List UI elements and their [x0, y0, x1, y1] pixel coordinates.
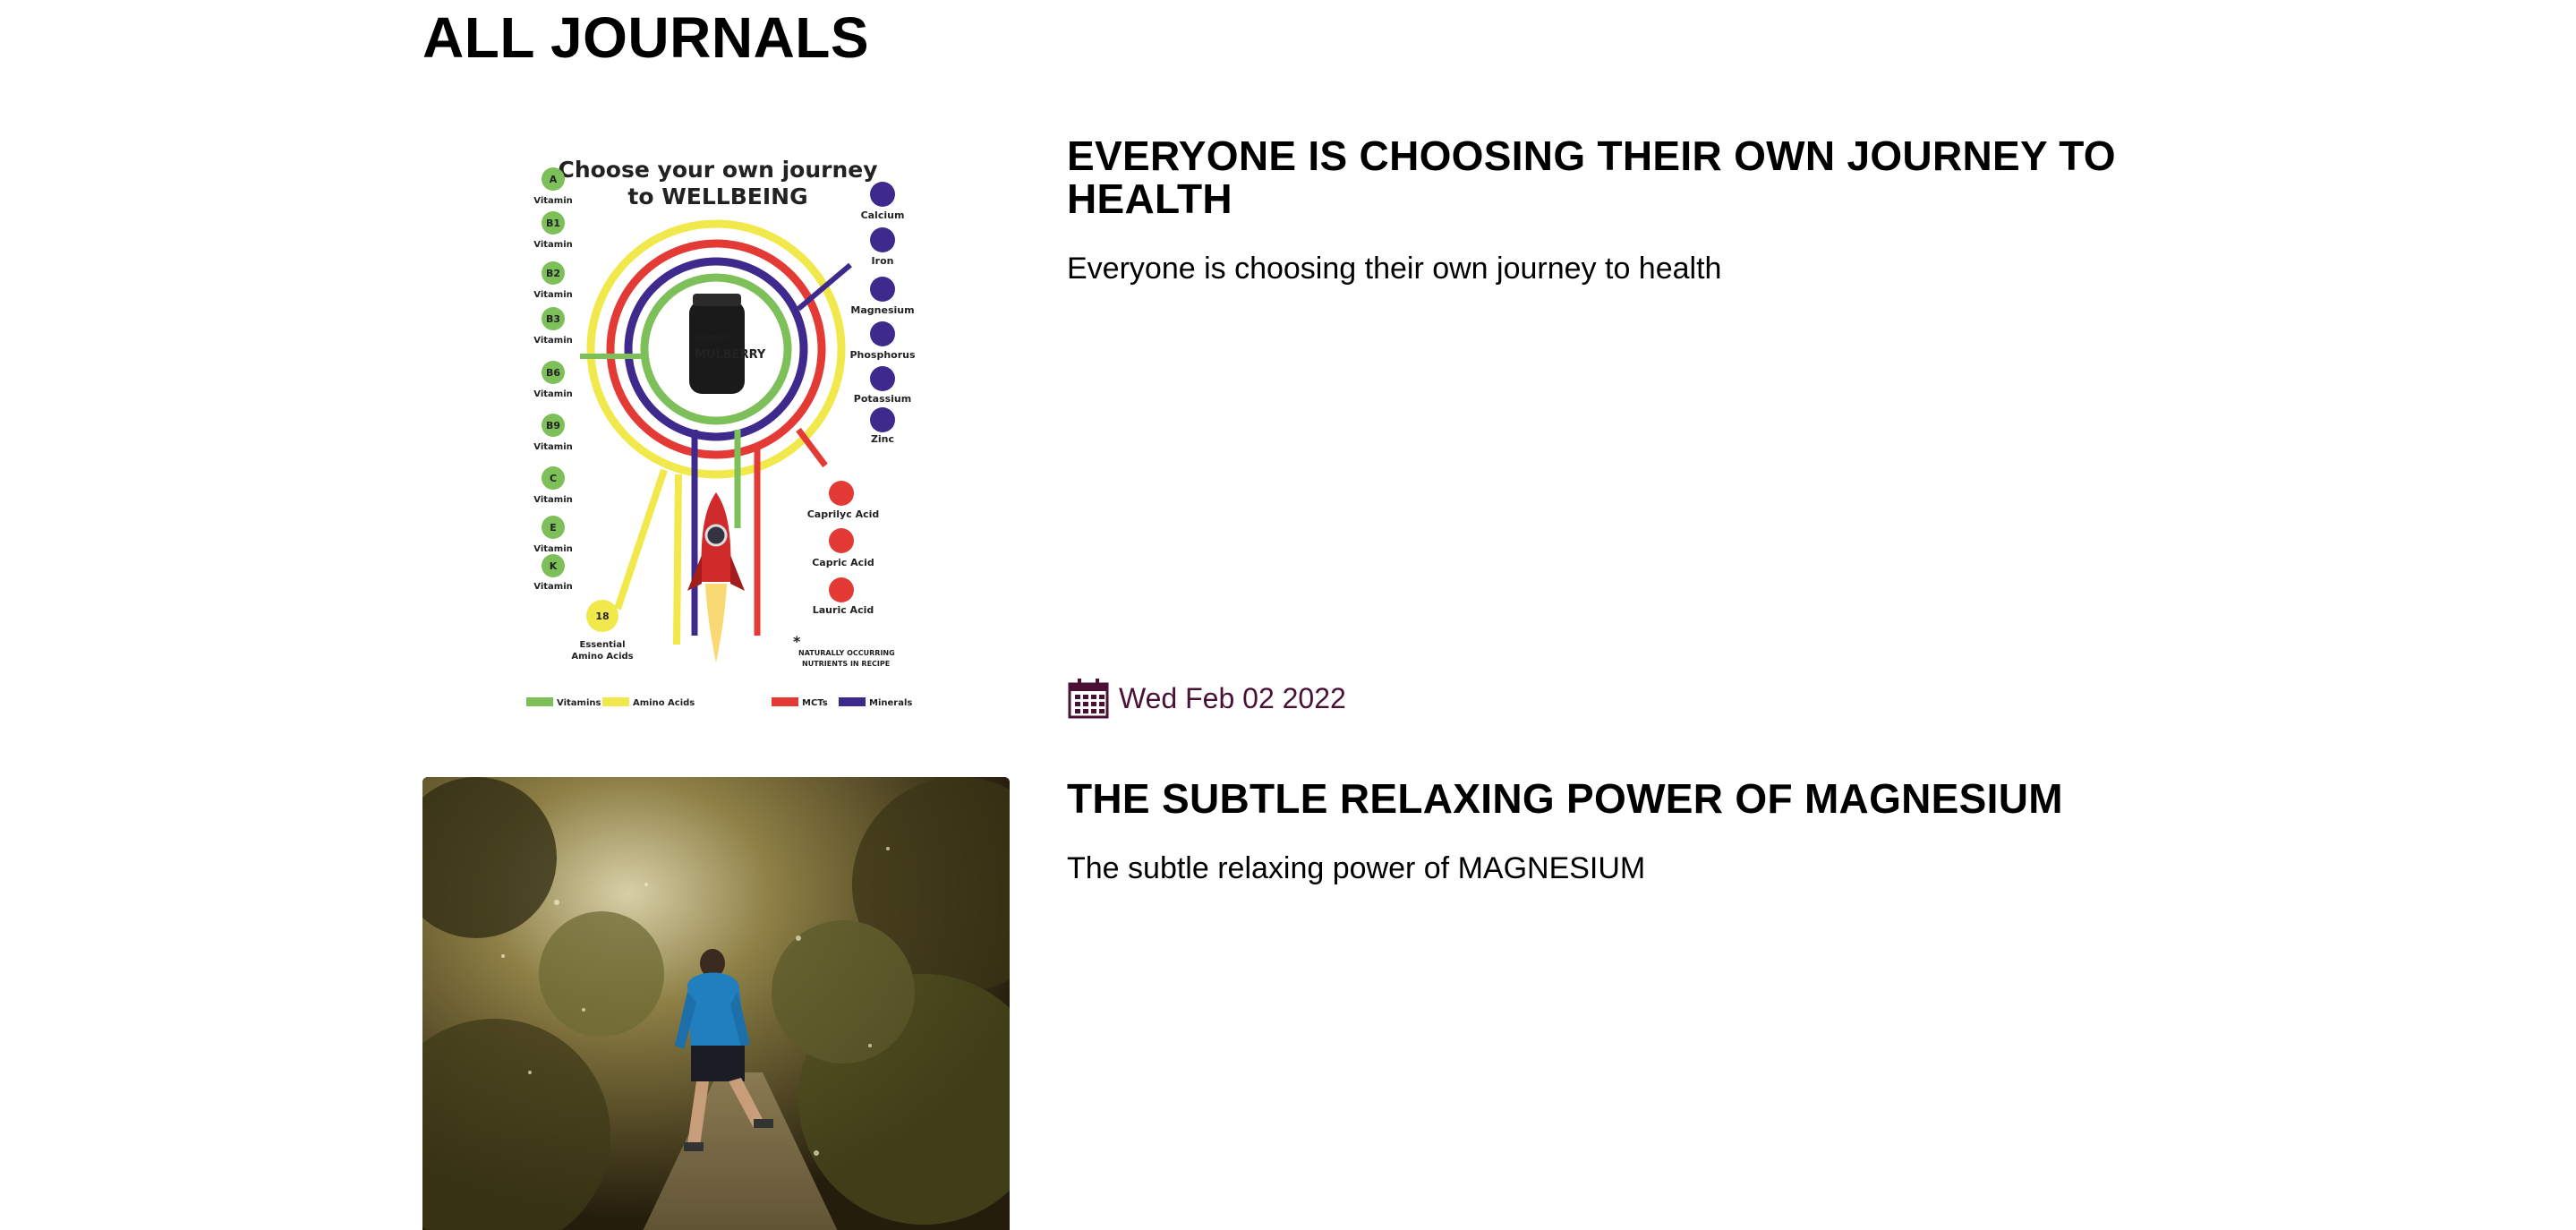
- article-title[interactable]: EVERYONE IS CHOOSING THEIR OWN JOURNEY T…: [1067, 134, 2159, 220]
- svg-text:B6: B6: [546, 367, 560, 379]
- runner-photo: [422, 777, 1010, 1230]
- svg-text:Zinc: Zinc: [871, 433, 894, 445]
- infographic-heading-1: Choose your own journey: [558, 157, 877, 183]
- article-excerpt: Everyone is choosing their own journey t…: [1067, 252, 1722, 286]
- svg-text:NUTRIENTS IN RECIPE: NUTRIENTS IN RECIPE: [802, 660, 890, 668]
- svg-text:*: *: [793, 633, 801, 650]
- svg-text:18: 18: [595, 611, 609, 622]
- svg-text:C: C: [550, 473, 557, 484]
- svg-text:Calcium: Calcium: [861, 209, 905, 221]
- infographic-heading-2: to WELLBEING: [627, 184, 807, 209]
- article-date: Wed Feb 02 2022: [1067, 677, 1346, 720]
- svg-text:K: K: [550, 560, 558, 572]
- page-title: ALL JOURNALS: [422, 5, 870, 70]
- svg-text:Vitamin: Vitamin: [533, 544, 573, 554]
- svg-text:B1: B1: [546, 218, 560, 229]
- article-text: EVERYONE IS CHOOSING THEIR OWN JOURNEY T…: [1067, 134, 2159, 286]
- calendar-icon: [1067, 677, 1110, 720]
- svg-text:Magnesium: Magnesium: [850, 304, 914, 316]
- article-text: THE SUBTLE RELAXING POWER OF MAGNESIUM T…: [1067, 777, 2159, 886]
- svg-text:Amino Acids: Amino Acids: [633, 698, 695, 708]
- journal-card[interactable]: Choose your own journey to WELLBEING PRE…: [422, 134, 2159, 734]
- journal-card[interactable]: THE SUBTLE RELAXING POWER OF MAGNESIUM T…: [422, 777, 2159, 1230]
- svg-text:Essential: Essential: [579, 640, 625, 650]
- svg-text:Vitamin: Vitamin: [533, 290, 573, 300]
- svg-text:Iron: Iron: [872, 255, 894, 267]
- svg-text:Vitamin: Vitamin: [533, 240, 573, 250]
- journal-list-page: ALL JOURNALS Choose your own journey to …: [0, 0, 2576, 1230]
- svg-text:Potassium: Potassium: [854, 393, 911, 405]
- svg-text:Vitamin: Vitamin: [533, 196, 573, 206]
- svg-text:MCTs: MCTs: [802, 698, 828, 708]
- svg-text:Vitamin: Vitamin: [533, 336, 573, 346]
- date-text: Wed Feb 02 2022: [1119, 681, 1346, 714]
- svg-text:B9: B9: [546, 420, 560, 431]
- svg-text:E: E: [550, 522, 557, 534]
- svg-text:MULBERRY: MULBERRY: [695, 348, 766, 362]
- svg-text:NATURALLY OCCURRING: NATURALLY OCCURRING: [798, 649, 895, 657]
- svg-text:Vitamin: Vitamin: [533, 442, 573, 452]
- svg-text:B3: B3: [546, 313, 560, 325]
- article-title[interactable]: THE SUBTLE RELAXING POWER OF MAGNESIUM: [1067, 777, 2159, 820]
- article-image-photo[interactable]: [422, 777, 1010, 1230]
- svg-text:Vitamin: Vitamin: [533, 389, 573, 399]
- article-image-infographic[interactable]: Choose your own journey to WELLBEING PRE…: [422, 134, 1010, 725]
- svg-text:Caprilyc Acid: Caprilyc Acid: [807, 508, 880, 520]
- svg-text:Capric Acid: Capric Acid: [812, 557, 874, 568]
- svg-text:Vitamins: Vitamins: [557, 698, 601, 708]
- svg-text:PREMIUM: PREMIUM: [695, 334, 729, 342]
- svg-text:Lauric Acid: Lauric Acid: [813, 604, 874, 616]
- svg-text:Vitamin: Vitamin: [533, 495, 573, 505]
- svg-text:A: A: [550, 174, 558, 185]
- svg-text:Vitamin: Vitamin: [533, 582, 573, 592]
- svg-text:Amino Acids: Amino Acids: [571, 652, 633, 662]
- svg-text:Phosphorus: Phosphorus: [849, 349, 916, 361]
- article-excerpt: The subtle relaxing power of MAGNESIUM: [1067, 851, 1646, 885]
- svg-text:Minerals: Minerals: [869, 698, 912, 708]
- svg-text:B2: B2: [546, 268, 560, 279]
- wellbeing-infographic: Choose your own journey to WELLBEING PRE…: [422, 134, 1010, 725]
